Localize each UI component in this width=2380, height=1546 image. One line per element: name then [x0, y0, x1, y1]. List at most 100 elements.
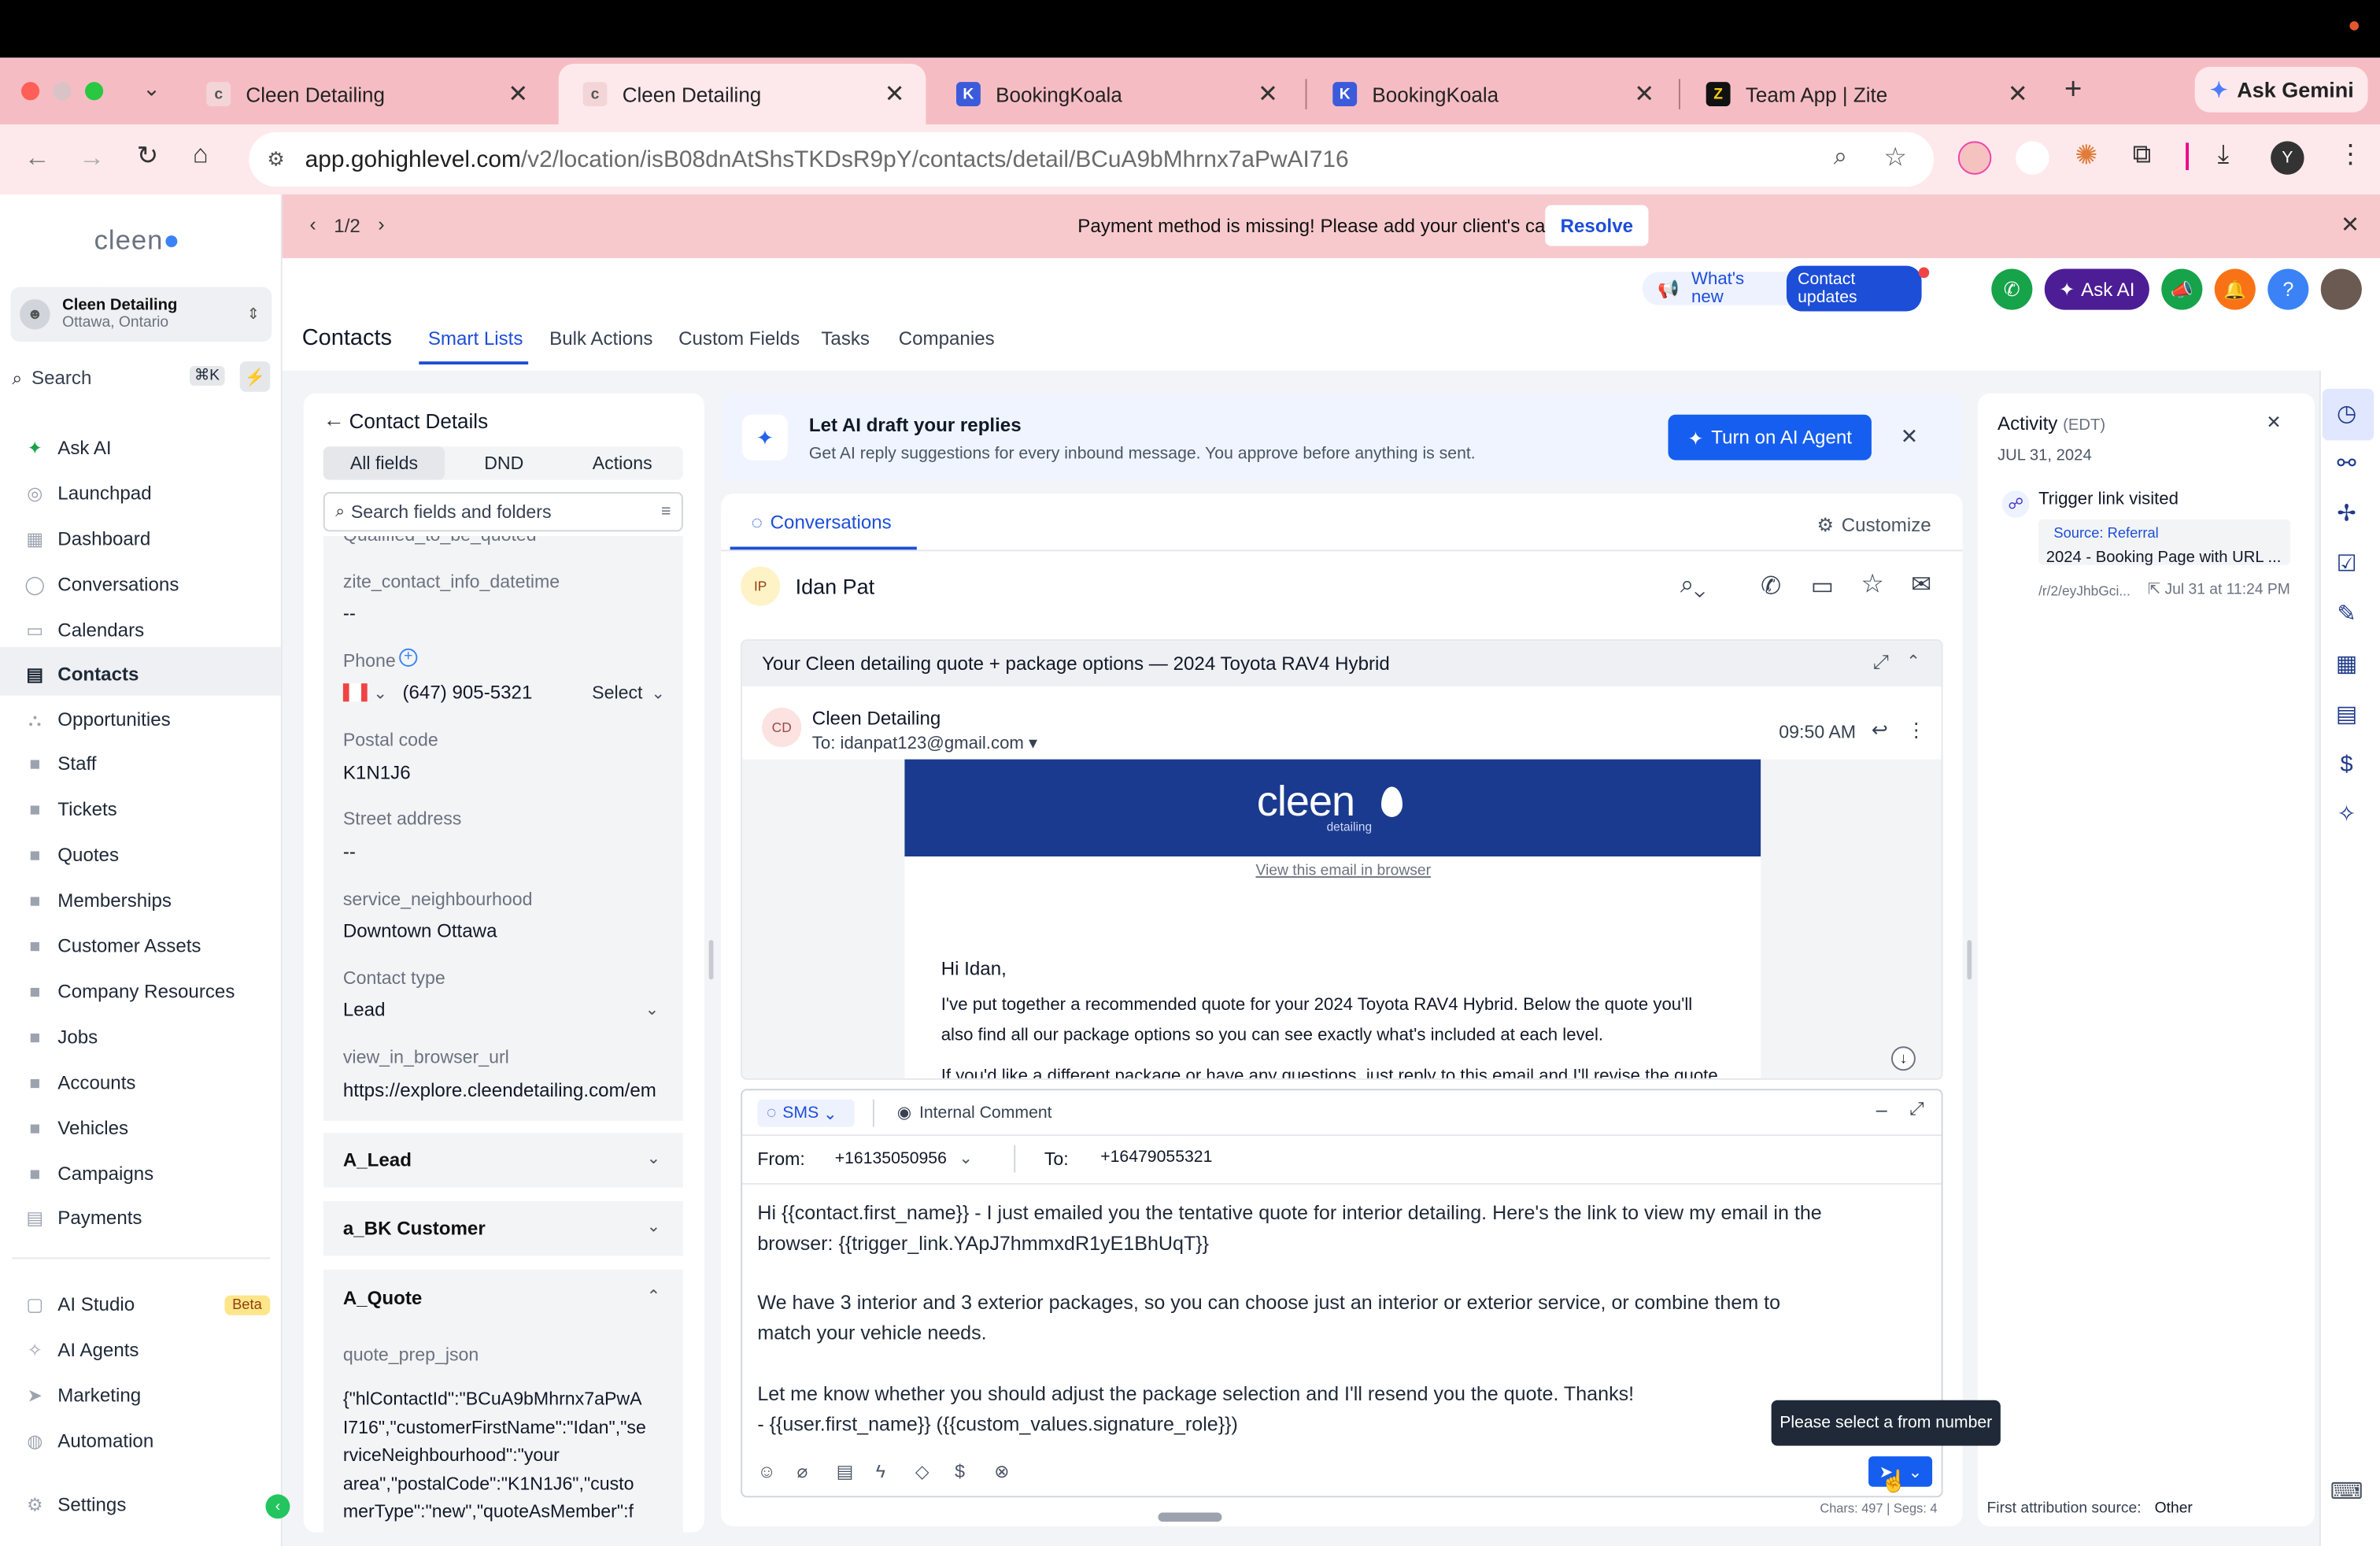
tasks-icon[interactable]: ☑ — [2333, 549, 2360, 577]
downloads-icon[interactable]: ⤓ — [2218, 139, 2229, 170]
sidebar-item-opportunities[interactable]: ⛬ Opportunities — [24, 703, 171, 736]
payments-dollar-icon[interactable]: $ — [2333, 750, 2360, 778]
chevron-up-icon[interactable]: ⌃ — [1906, 652, 1920, 671]
sidebar-item-launchpad[interactable]: ◎ Launchpad — [24, 477, 152, 510]
zoom-icon[interactable]: ⌕ — [1834, 144, 1847, 172]
close-ai-banner-icon[interactable]: ✕ — [1901, 423, 1919, 449]
user-avatar[interactable] — [2320, 268, 2362, 310]
phone-field[interactable]: ⌄ (647) 905-5321 Select ⌄ — [342, 680, 667, 705]
folder-icon[interactable]: ▭ — [1811, 571, 1834, 601]
more-options-icon[interactable]: ⋮ — [1906, 719, 1926, 743]
tab-custom-fields[interactable]: Custom Fields — [678, 328, 800, 350]
mail-icon[interactable]: ✉ — [1911, 569, 1931, 600]
sidebar-item-jobs[interactable]: ■ Jobs — [24, 1020, 98, 1053]
sidebar-item-accounts[interactable]: ■ Accounts — [24, 1066, 136, 1099]
back-icon[interactable]: ← — [24, 142, 50, 173]
star-icon[interactable]: ☆ — [1861, 569, 1883, 600]
channel-select-icon[interactable]: ⌕⌄ — [1680, 572, 1706, 600]
clear-icon[interactable]: ⊗ — [994, 1461, 1033, 1482]
view-in-browser-link[interactable]: View this email in browser — [742, 863, 1942, 879]
banner-next-icon[interactable]: › — [378, 213, 384, 235]
extension-face-icon[interactable] — [1957, 141, 1992, 175]
apps-icon[interactable]: ✢ — [2333, 500, 2360, 527]
sidebar-item-payments[interactable]: ▤ Payments — [24, 1201, 142, 1234]
sidebar-item-staff[interactable]: ■ Staff — [24, 747, 97, 780]
sidebar-item-memberships[interactable]: ■ Memberships — [24, 884, 172, 917]
email-recipient[interactable]: To: idanpat123@gmail.com ▾ — [812, 732, 1037, 753]
sidebar-item-company-resources[interactable]: ■ Company Resources — [24, 975, 235, 1008]
url-text[interactable]: app.gohighlevel.com/v2/location/isB08dnA… — [305, 147, 1349, 175]
whats-new-pill[interactable]: 📢 What's new Contact updates — [1642, 265, 1922, 312]
close-tab-icon[interactable]: ✕ — [1634, 79, 1654, 109]
scroll-down-icon[interactable]: ↓ — [1890, 1046, 1916, 1071]
collapse-sidebar-icon[interactable]: ‹ — [265, 1494, 290, 1519]
tab-bulk-actions[interactable]: Bulk Actions — [549, 328, 652, 350]
browser-menu-icon[interactable]: ⋮ — [2338, 139, 2363, 170]
home-icon[interactable]: ⌂ — [193, 139, 209, 170]
fields-search-input[interactable]: ⌕ Search fields and folders ≡ — [323, 492, 683, 532]
tab-conversations[interactable]: ◌ Conversations — [752, 512, 892, 533]
reply-icon[interactable]: ↩ — [1872, 719, 1888, 743]
close-activity-icon[interactable]: ✕ — [2266, 412, 2281, 433]
postal-code-value[interactable]: K1N1J6 — [343, 762, 411, 783]
close-tab-icon[interactable]: ✕ — [508, 79, 528, 109]
sidebar-item-ai-studio[interactable]: ▢ AI Studio Beta — [24, 1288, 270, 1321]
forward-icon[interactable]: → — [79, 142, 105, 173]
address-bar[interactable]: ⚙ app.gohighlevel.com/v2/location/isB08d… — [249, 131, 1934, 187]
bolt-icon[interactable]: ϟ — [876, 1461, 915, 1482]
turn-on-ai-agent-button[interactable]: ✦ Turn on AI Agent — [1668, 414, 1872, 460]
neighbourhood-value[interactable]: Downtown Ottawa — [343, 920, 497, 941]
notes-pen-icon[interactable]: ✎ — [2333, 600, 2360, 627]
contact-type-value[interactable]: Lead — [343, 999, 386, 1020]
message-textarea[interactable]: Hi {{contact.first_name}} - I just email… — [757, 1198, 1935, 1439]
sidebar-item-quotes[interactable]: ■ Quotes — [24, 838, 119, 871]
activity-link[interactable]: /r/2/eyJhbGci... — [2038, 583, 2131, 598]
close-banner-icon[interactable]: ✕ — [2341, 211, 2360, 239]
ask-ai-button[interactable]: ✦ Ask AI — [2044, 268, 2149, 310]
quick-action-bolt-icon[interactable]: ⚡ — [239, 361, 271, 392]
chevron-down-icon[interactable]: ⌄ — [645, 999, 660, 1019]
expand-icon[interactable]: ⤢ — [1873, 650, 1889, 675]
account-switcher[interactable]: ☻ Cleen Detailing Ottawa, Ontario ⇕ — [10, 287, 272, 342]
tab-companies[interactable]: Companies — [899, 328, 995, 350]
sidebar-item-campaigns[interactable]: ■ Campaigns — [24, 1157, 153, 1190]
sidebar-item-conversations[interactable]: ◯ Conversations — [24, 568, 179, 601]
resize-handle[interactable] — [1967, 940, 1972, 980]
sidebar-item-automation[interactable]: ◍ Automation — [24, 1425, 153, 1458]
close-tab-icon[interactable]: ✕ — [1258, 79, 1278, 109]
contact-updates-badge[interactable]: Contact updates — [1787, 265, 1922, 312]
expand-composer-icon[interactable]: ⤢ — [1909, 1098, 1924, 1121]
contact-name[interactable]: Idan Pat — [796, 574, 875, 598]
calendar-icon[interactable]: ▦ — [2333, 650, 2360, 678]
tab-actions[interactable]: Actions — [563, 453, 681, 474]
site-info-icon[interactable]: ⚙ — [267, 147, 284, 172]
keyboard-icon[interactable]: ⌨ — [2330, 1478, 2363, 1505]
browser-tab-4[interactable]: K BookingKoala ✕ — [1308, 64, 1676, 124]
phone-icon[interactable]: ✆ — [1761, 571, 1781, 601]
minimize-window-button[interactable] — [53, 82, 72, 101]
banner-prev-icon[interactable]: ‹ — [309, 213, 316, 235]
from-number-select[interactable]: +16135050956 ⌄ — [835, 1148, 973, 1167]
extension-claude-icon[interactable]: ✺ — [2075, 139, 2097, 172]
ai-sparkle-icon[interactable]: ✧ — [2333, 801, 2360, 828]
tab-smart-lists[interactable]: Smart Lists — [428, 328, 523, 350]
sidebar-item-vehicles[interactable]: ■ Vehicles — [24, 1111, 128, 1145]
sidebar-search[interactable]: ⌕ Search ⌘K — [12, 363, 227, 394]
activity-clock-icon[interactable]: ◷ — [2333, 399, 2360, 427]
sidebar-item-ai-agents[interactable]: ✧ AI Agents — [24, 1333, 139, 1367]
sidebar-item-customer-assets[interactable]: ■ Customer Assets — [24, 930, 201, 963]
sidebar-item-calendars[interactable]: ▭ Calendars — [24, 613, 144, 646]
extensions-puzzle-icon[interactable]: ⧉ — [2133, 139, 2151, 170]
emoji-icon[interactable]: ☺ — [757, 1461, 796, 1482]
reload-icon[interactable]: ↻ — [137, 141, 158, 172]
workflow-icon[interactable]: ⚯ — [2333, 449, 2360, 477]
profile-avatar[interactable]: Y — [2271, 141, 2304, 175]
tab-tasks[interactable]: Tasks — [821, 328, 870, 350]
filter-icon[interactable]: ≡ — [661, 503, 671, 521]
horizontal-scrollbar[interactable] — [1158, 1512, 1222, 1522]
tag-icon[interactable]: ◇ — [915, 1461, 955, 1482]
bell-icon[interactable]: 🔔 — [2214, 268, 2256, 310]
announcement-icon[interactable]: 📣 — [2161, 268, 2203, 310]
help-icon[interactable]: ? — [2267, 268, 2309, 310]
sidebar-item-marketing[interactable]: ➤ Marketing — [24, 1379, 141, 1412]
